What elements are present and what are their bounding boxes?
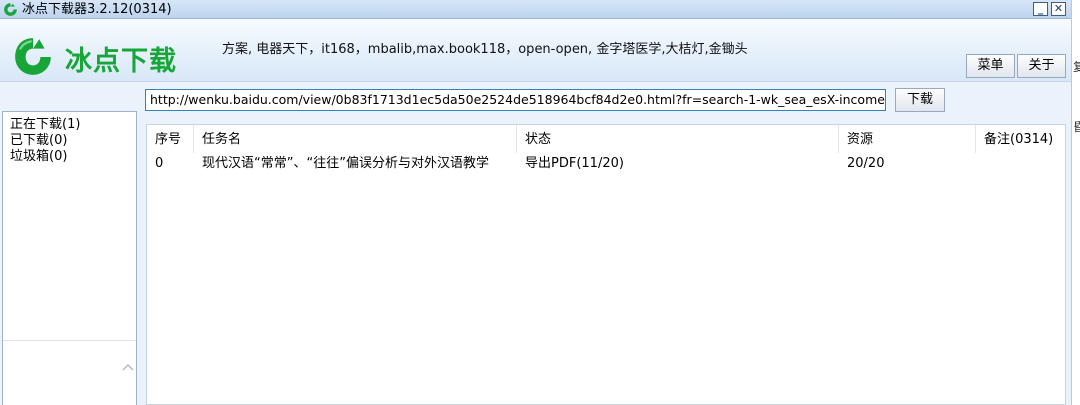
- bingdian-logo-icon: [15, 38, 51, 75]
- brand-name: 冰点下载: [65, 46, 177, 77]
- column-header-task-name[interactable]: 任务名: [194, 125, 517, 153]
- download-button[interactable]: 下载: [895, 88, 945, 112]
- cell-task-name: 现代汉语“常常”、“往往”偏误分析与对外汉语教学: [202, 156, 489, 171]
- url-row: http://wenku.baidu.com/view/0b83f1713d1e…: [0, 82, 1071, 114]
- edge-glyph: 昏: [1073, 120, 1080, 134]
- url-input[interactable]: http://wenku.baidu.com/view/0b83f1713d1e…: [145, 89, 886, 111]
- table-row[interactable]: 0 现代汉语“常常”、“往往”偏误分析与对外汉语教学 导出PDF(11/20) …: [147, 153, 1065, 175]
- column-header-resource[interactable]: 资源: [839, 125, 976, 153]
- cell-resource: 20/20: [847, 156, 885, 171]
- cell-status: 导出PDF(11/20): [525, 156, 624, 171]
- cell-note: [976, 153, 1065, 175]
- edge-glyph: 复: [1073, 60, 1080, 74]
- sidebar-lower-pane: [3, 340, 136, 405]
- title-bar: 冰点下载器3.2.12(0314) _ ✕: [0, 0, 1071, 19]
- sidebar-item-downloading[interactable]: 正在下载(1): [3, 117, 80, 133]
- supported-sites-text: 方案, 电器天下，it168，mbalib,max.book118，open-o…: [222, 42, 748, 57]
- task-table: 序号 任务名 状态 资源 备注(0314) 0 现代汉语“常常”、“往往”偏误分…: [146, 124, 1066, 405]
- close-button[interactable]: ✕: [1051, 2, 1066, 16]
- column-header-index[interactable]: 序号: [147, 125, 194, 153]
- menu-button[interactable]: 菜单: [966, 54, 1015, 78]
- app-logo-icon: [4, 3, 17, 16]
- header: 冰点下载 方案, 电器天下，it168，mbalib,max.book118，o…: [0, 19, 1071, 82]
- column-header-note[interactable]: 备注(0314): [976, 125, 1065, 153]
- app-window: 冰点下载器3.2.12(0314) _ ✕ 冰点下载 方案, 电器天下，it16…: [0, 0, 1072, 405]
- sidebar-item-trash[interactable]: 垃圾箱(0): [3, 149, 80, 165]
- column-header-status[interactable]: 状态: [517, 125, 839, 153]
- about-button[interactable]: 关于: [1017, 54, 1066, 78]
- category-list: 正在下载(1) 已下载(0) 垃圾箱(0): [3, 117, 80, 165]
- task-table-header: 序号 任务名 状态 资源 备注(0314): [147, 125, 1065, 153]
- sidebar-item-downloaded[interactable]: 已下载(0): [3, 133, 80, 149]
- window-title: 冰点下载器3.2.12(0314): [22, 2, 172, 17]
- minimize-button[interactable]: _: [1033, 2, 1048, 16]
- scroll-up-icon[interactable]: [121, 362, 135, 372]
- cell-index: 0: [155, 156, 164, 171]
- category-sidebar: 正在下载(1) 已下载(0) 垃圾箱(0): [2, 111, 137, 405]
